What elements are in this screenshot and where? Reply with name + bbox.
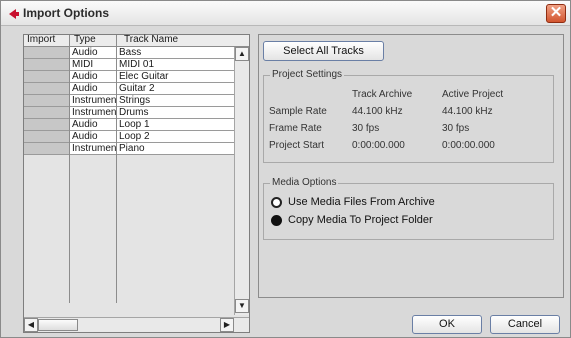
frame-rate-label: Frame Rate (269, 123, 322, 134)
track-type-cell: Audio (70, 119, 116, 131)
media-options-title: Media Options (270, 177, 339, 188)
table-row[interactable]: Instrumen Piano (24, 143, 234, 155)
track-name-cell[interactable]: Loop 1 (117, 119, 234, 131)
track-list-header: Import Type Track Name (24, 34, 249, 47)
import-checkbox-cell[interactable] (24, 47, 69, 59)
table-row[interactable]: Audio Elec Guitar (24, 71, 234, 83)
sample-rate-archive: 44.100 kHz (352, 106, 403, 117)
import-checkbox-cell[interactable] (24, 95, 69, 107)
track-archive-header: Track Archive (352, 89, 413, 100)
project-start-archive: 0:00:00.000 (352, 140, 405, 151)
project-start-label: Project Start (269, 140, 325, 151)
media-options-group: Media Options Use Media Files From Archi… (263, 177, 554, 240)
track-name-cell[interactable]: Piano (117, 143, 234, 155)
frame-rate-active: 30 fps (442, 123, 470, 134)
copy-media-radio[interactable] (271, 215, 282, 226)
track-type-cell: Audio (70, 71, 116, 83)
column-header-type[interactable]: Type (74, 34, 96, 45)
copy-media-label[interactable]: Copy Media To Project Folder (288, 214, 433, 226)
project-start-active: 0:00:00.000 (442, 140, 495, 151)
import-checkbox-cell[interactable] (24, 107, 69, 119)
use-media-radio[interactable] (271, 197, 282, 208)
close-button[interactable]: ✕ (546, 4, 566, 23)
import-checkbox-cell[interactable] (24, 131, 69, 143)
track-type-cell: Audio (70, 47, 116, 59)
track-name-cell[interactable]: Guitar 2 (117, 83, 234, 95)
select-all-tracks-button[interactable]: Select All Tracks (263, 41, 384, 61)
scroll-thumb[interactable] (38, 319, 78, 331)
ok-button[interactable]: OK (412, 315, 482, 334)
window-title: Import Options (23, 6, 109, 20)
column-header-track-name[interactable]: Track Name (124, 34, 178, 45)
import-checkbox-cell[interactable] (24, 83, 69, 95)
track-name-cell[interactable]: Strings (117, 95, 234, 107)
cancel-button[interactable]: Cancel (490, 315, 560, 334)
use-media-label[interactable]: Use Media Files From Archive (288, 196, 435, 208)
track-list: Import Type Track Name Audio Bass MIDI MIDI… (23, 34, 250, 333)
table-row[interactable]: Instrumen Drums (24, 107, 234, 119)
track-type-cell: Audio (70, 131, 116, 143)
track-name-cell[interactable]: Drums (117, 107, 234, 119)
track-name-cell[interactable]: Loop 2 (117, 131, 234, 143)
import-checkbox-cell[interactable] (24, 59, 69, 71)
track-type-cell: Instrumen (70, 107, 116, 119)
vertical-scrollbar[interactable]: ▲ ▼ (234, 47, 249, 315)
horizontal-scrollbar[interactable]: ◀ ▶ (24, 317, 249, 332)
track-name-cell[interactable]: MIDI 01 (117, 59, 234, 71)
import-options-dialog: Import Options ✕ Import Type Track Name … (0, 0, 571, 338)
project-settings-group: Project Settings Track Archive Active Pr… (263, 69, 554, 163)
track-type-cell: Audio (70, 83, 116, 95)
track-type-cell: MIDI (70, 59, 116, 71)
sample-rate-label: Sample Rate (269, 106, 327, 117)
column-divider (69, 35, 70, 303)
import-checkbox-cell[interactable] (24, 143, 69, 155)
table-row[interactable]: Instrumen Strings (24, 95, 234, 107)
table-row[interactable]: Audio Bass (24, 47, 234, 59)
project-settings-title: Project Settings (270, 69, 345, 80)
frame-rate-archive: 30 fps (352, 123, 380, 134)
table-row[interactable]: Audio Guitar 2 (24, 83, 234, 95)
track-name-cell[interactable]: Bass (117, 47, 234, 59)
track-type-cell: Instrumen (70, 143, 116, 155)
sample-rate-active: 44.100 kHz (442, 106, 493, 117)
column-divider (116, 35, 117, 303)
cubase-logo-icon (9, 9, 19, 19)
table-row[interactable]: Audio Loop 1 (24, 119, 234, 131)
import-checkbox-cell[interactable] (24, 119, 69, 131)
scroll-up-icon[interactable]: ▲ (235, 47, 249, 61)
table-row[interactable]: Audio Loop 2 (24, 131, 234, 143)
table-row[interactable]: MIDI MIDI 01 (24, 59, 234, 71)
scroll-down-icon[interactable]: ▼ (235, 299, 249, 313)
title-bar[interactable]: Import Options ✕ (1, 1, 570, 26)
scroll-left-icon[interactable]: ◀ (24, 318, 38, 332)
track-type-cell: Instrumen (70, 95, 116, 107)
track-name-cell[interactable]: Elec Guitar (117, 71, 234, 83)
options-panel: Select All Tracks Project Settings Track… (258, 34, 564, 298)
import-checkbox-cell[interactable] (24, 71, 69, 83)
column-header-import[interactable]: Import (27, 34, 55, 45)
active-project-header: Active Project (442, 89, 504, 100)
scroll-right-icon[interactable]: ▶ (220, 318, 234, 332)
